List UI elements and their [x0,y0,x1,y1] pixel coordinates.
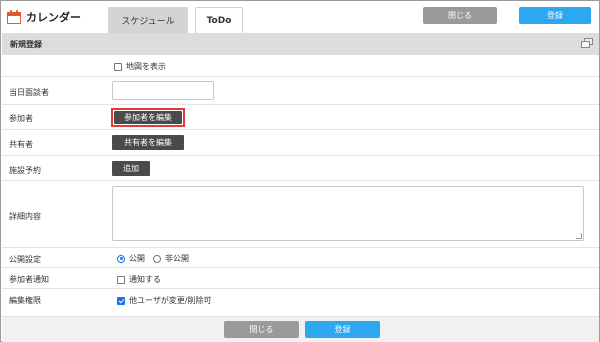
row-facility: 施設予約 追加 [2,156,599,181]
contact-person-input[interactable] [112,81,214,100]
window-icon[interactable] [581,38,593,48]
visibility-private-label: 非公開 [165,254,189,263]
visibility-private-radio[interactable] [153,254,161,263]
close-button[interactable]: 閉じる [423,7,497,24]
add-facility-button[interactable]: 追加 [112,161,150,176]
row-sharers: 共有者 共有者を編集 [2,130,599,156]
resize-grip-icon[interactable] [576,233,582,239]
notify-option: 通知する [129,275,161,284]
notify-label: 参加者通知 [9,275,49,284]
bottom-close-button[interactable]: 閉じる [224,321,299,338]
top-bar: カレンダー スケジュール ToDo 閉じる 登録 [1,1,599,33]
save-button[interactable]: 登録 [519,7,591,24]
sharers-label: 共有者 [9,140,33,149]
visibility-public-radio[interactable] [117,254,125,263]
edit-participants-button[interactable]: 参加者を編集 [114,111,182,124]
facility-label: 施設予約 [9,166,41,175]
row-show-map: 地図を表示 [2,55,599,77]
calendar-window: カレンダー スケジュール ToDo 閉じる 登録 新規登録 地図を表示 当日面談… [0,0,600,342]
bottom-bar: 閉じる 登録 [2,316,599,342]
row-visibility: 公開設定 公開 非公開 [2,248,599,268]
show-map-label: 地図を表示 [126,62,166,71]
participants-label: 参加者 [9,114,33,123]
visibility-label: 公開設定 [9,255,41,264]
tab-todo[interactable]: ToDo [195,7,243,33]
edit-sharers-button[interactable]: 共有者を編集 [112,135,184,150]
row-details: 詳細内容 [2,181,599,248]
app-title: カレンダー [7,9,81,25]
row-edit-permission: 編集権限 他ユーザが変更/削除可 [2,289,599,310]
app-title-text: カレンダー [26,11,81,24]
edit-permission-option: 他ユーザが変更/削除可 [129,296,212,305]
top-actions: 閉じる 登録 [423,7,591,24]
edit-permission-label: 編集権限 [9,296,41,305]
edit-permission-checkbox[interactable] [117,296,125,305]
row-contact-person: 当日面談者 [2,77,599,105]
tab-bar: スケジュール ToDo [108,7,243,33]
visibility-public-label: 公開 [129,254,145,263]
contact-person-label: 当日面談者 [9,88,49,97]
registration-form: 地図を表示 当日面談者 参加者 参加者を編集 共有者 共有者を編集 施設予約 追… [2,55,599,310]
notify-checkbox[interactable] [117,275,125,284]
bottom-save-button[interactable]: 登録 [305,321,380,338]
details-label: 詳細内容 [9,212,41,221]
details-textarea[interactable] [112,186,584,241]
row-notify: 参加者通知 通知する [2,268,599,289]
tab-schedule[interactable]: スケジュール [108,7,188,33]
bottom-actions: 閉じる 登録 [224,321,380,338]
section-title: 新規登録 [10,39,42,49]
section-header: 新規登録 [2,33,599,55]
show-map-checkbox[interactable] [114,62,122,71]
row-participants: 参加者 参加者を編集 [2,105,599,130]
calendar-icon [7,10,21,24]
